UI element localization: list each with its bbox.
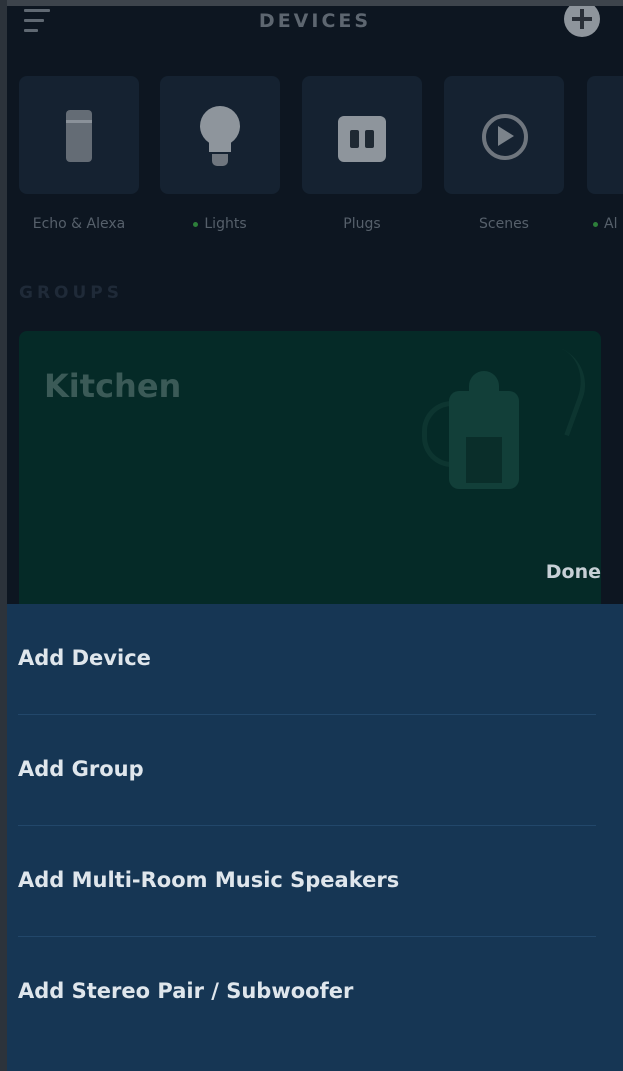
kettle-icon bbox=[414, 345, 597, 511]
kettle-detail bbox=[466, 437, 502, 483]
devices-screen: DEVICES Echo & Alexa Lights Plugs Scenes… bbox=[7, 6, 623, 1071]
add-multi-room-speakers-option[interactable]: Add Multi-Room Music Speakers bbox=[7, 826, 623, 936]
category-tile[interactable] bbox=[19, 76, 139, 194]
category-echo-alexa[interactable]: Echo & Alexa bbox=[19, 76, 139, 232]
play-triangle bbox=[498, 126, 514, 146]
groups-heading: GROUPS bbox=[19, 283, 124, 303]
smart-plug-icon bbox=[338, 116, 386, 162]
group-name: Kitchen bbox=[44, 367, 182, 405]
add-device-option[interactable]: Add Device bbox=[7, 604, 623, 714]
device-categories: Echo & Alexa Lights Plugs Scenes Al bbox=[7, 76, 623, 246]
device-frame-left bbox=[0, 0, 7, 1071]
category-lights[interactable]: Lights bbox=[160, 76, 280, 232]
category-label: Scenes bbox=[479, 216, 529, 232]
category-label: Al bbox=[587, 216, 623, 232]
category-label: Plugs bbox=[343, 216, 381, 232]
done-button[interactable]: Done bbox=[546, 561, 601, 583]
category-label: Echo & Alexa bbox=[32, 216, 126, 232]
option-label: Add Group bbox=[18, 757, 144, 781]
category-plugs[interactable]: Plugs bbox=[302, 76, 422, 232]
add-group-option[interactable]: Add Group bbox=[7, 715, 623, 825]
add-stereo-pair-option[interactable]: Add Stereo Pair / Subwoofer bbox=[7, 937, 623, 1047]
category-scenes[interactable]: Scenes bbox=[444, 76, 564, 232]
status-dot bbox=[193, 221, 199, 227]
category-tile[interactable] bbox=[160, 76, 280, 194]
category-tile[interactable] bbox=[302, 76, 422, 194]
app-header: DEVICES bbox=[7, 6, 623, 38]
page-title: DEVICES bbox=[258, 10, 372, 32]
category-tile[interactable] bbox=[587, 76, 623, 194]
category-all[interactable]: Al bbox=[587, 76, 623, 232]
option-label: Add Stereo Pair / Subwoofer bbox=[18, 979, 354, 1003]
light-bulb-neck bbox=[209, 138, 231, 152]
category-label: Lights bbox=[160, 216, 280, 232]
option-label: Add Device bbox=[18, 646, 151, 670]
kettle-lid bbox=[469, 371, 499, 393]
add-icon[interactable] bbox=[564, 6, 600, 37]
group-card-kitchen[interactable]: Kitchen Done bbox=[19, 331, 601, 621]
category-tile[interactable] bbox=[444, 76, 564, 194]
kettle-steam bbox=[526, 345, 597, 437]
add-action-sheet: Add Device Add Group Add Multi-Room Musi… bbox=[7, 604, 623, 1071]
light-bulb-base bbox=[212, 154, 228, 166]
status-dot bbox=[593, 221, 598, 227]
echo-speaker-icon bbox=[66, 110, 92, 162]
option-label: Add Multi-Room Music Speakers bbox=[18, 868, 400, 892]
